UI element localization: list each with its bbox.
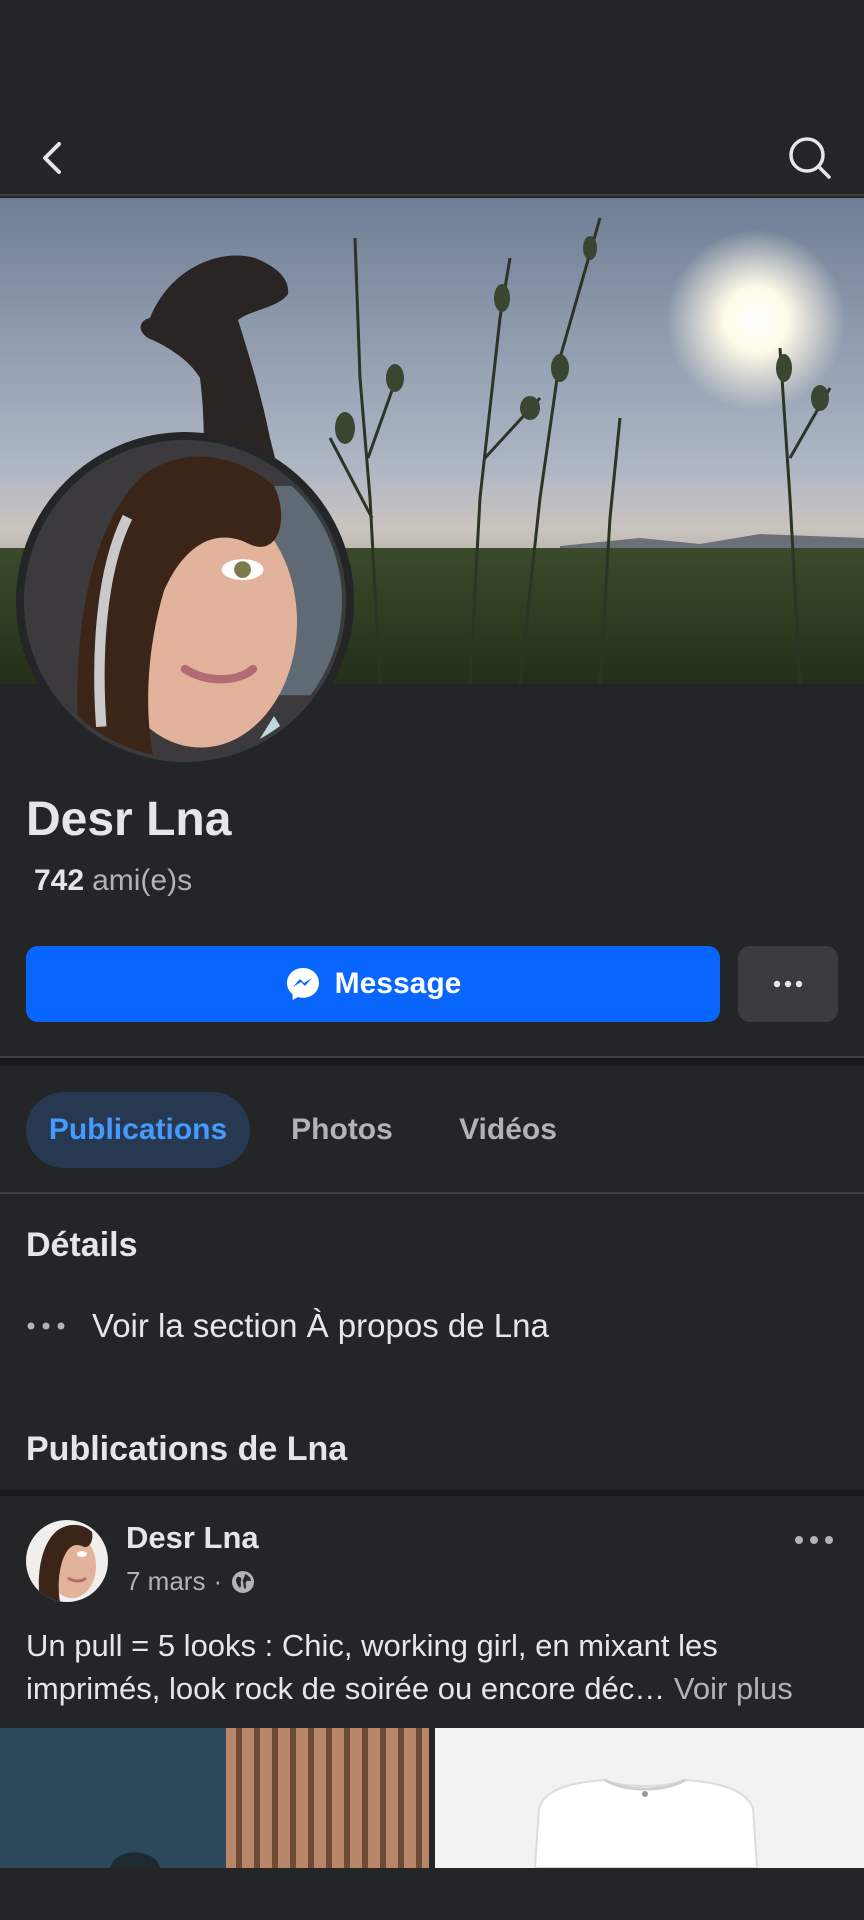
- friends-number: 742: [34, 864, 85, 897]
- friends-count[interactable]: 742 ami(e)s: [34, 864, 192, 898]
- details-heading: Détails: [26, 1226, 138, 1264]
- tab-publications[interactable]: Publications: [26, 1092, 250, 1168]
- see-more-link[interactable]: Voir plus: [674, 1671, 793, 1706]
- profile-tabs: Publications Photos Vidéos: [0, 1092, 864, 1168]
- more-horizontal-icon: [795, 1536, 833, 1544]
- post-options-button[interactable]: [784, 1520, 844, 1560]
- profile-picture-frame[interactable]: [16, 432, 354, 770]
- tab-videos[interactable]: Vidéos: [442, 1092, 574, 1168]
- message-button-label: Message: [334, 967, 462, 1000]
- system-navigation-bar: [0, 1868, 864, 1920]
- message-button[interactable]: Message: [26, 946, 720, 1022]
- post-meta: 7 mars ·: [126, 1566, 256, 1597]
- top-app-bar: [0, 120, 864, 196]
- post-body: Un pull = 5 looks : Chic, working girl, …: [26, 1628, 718, 1706]
- search-icon: [789, 137, 831, 179]
- section-divider: [0, 1056, 864, 1066]
- tab-photos[interactable]: Photos: [274, 1092, 410, 1168]
- post-date[interactable]: 7 mars: [126, 1566, 205, 1597]
- globe-icon: [232, 1570, 255, 1593]
- profile-picture[interactable]: [24, 440, 346, 762]
- posts-divider: [0, 1490, 864, 1496]
- about-section-label: Voir la section À propos de Lna: [92, 1307, 549, 1344]
- post-author-avatar[interactable]: [26, 1520, 108, 1602]
- post-image-2[interactable]: [435, 1728, 864, 1868]
- more-horizontal-icon: [773, 980, 803, 988]
- chevron-left-icon: [43, 142, 61, 174]
- profile-name: Desr Lna: [26, 793, 232, 846]
- posts-heading: Publications de Lna: [26, 1430, 348, 1468]
- post-image-1[interactable]: [0, 1728, 429, 1868]
- more-horizontal-icon: [27, 1322, 65, 1330]
- tabs-divider: [0, 1192, 864, 1194]
- status-bar: [0, 0, 864, 120]
- back-button[interactable]: [26, 130, 82, 186]
- friends-label: ami(e)s: [92, 864, 193, 897]
- profile-more-button[interactable]: [738, 946, 838, 1022]
- post-author-name[interactable]: Desr Lna: [126, 1520, 259, 1556]
- about-section-link[interactable]: Voir la section À propos de Lna: [26, 1298, 549, 1354]
- messenger-icon: [286, 968, 319, 1000]
- post-meta-separator: ·: [213, 1566, 223, 1596]
- search-button[interactable]: [782, 130, 838, 186]
- post-text: Un pull = 5 looks : Chic, working girl, …: [26, 1624, 846, 1710]
